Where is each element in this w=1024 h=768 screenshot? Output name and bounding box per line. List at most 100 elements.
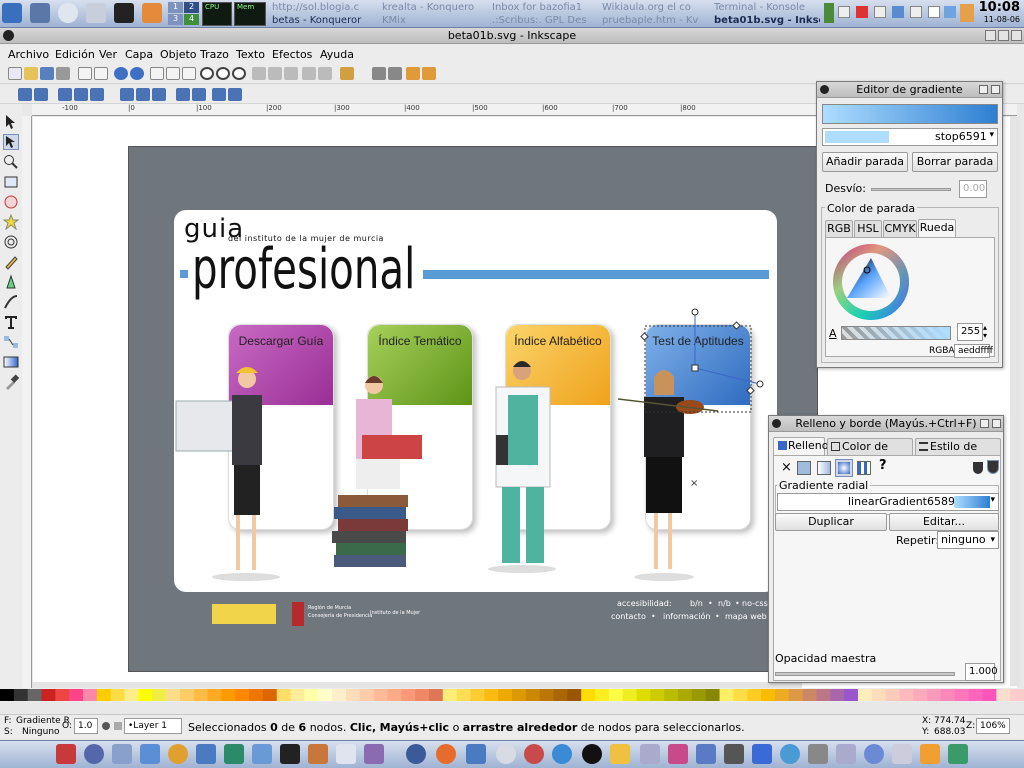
app-icon[interactable] [252, 744, 272, 764]
palette-swatch[interactable] [221, 689, 236, 701]
tray-icon[interactable] [910, 6, 922, 18]
text-tool-dialog-icon[interactable] [356, 67, 370, 80]
palette-swatch[interactable] [470, 689, 485, 701]
duplicate-gradient-button[interactable]: Duplicar [775, 513, 887, 531]
duplicate-icon[interactable] [252, 67, 266, 80]
palette-swatch[interactable] [774, 689, 790, 701]
insert-node-icon[interactable] [18, 88, 32, 101]
palette-swatch[interactable] [442, 689, 458, 701]
palette-swatch[interactable] [179, 689, 195, 701]
menu-trazo[interactable]: Trazo [200, 48, 229, 61]
selector-tool-icon[interactable] [3, 114, 19, 130]
gradient-tool-icon[interactable] [3, 354, 19, 370]
app-icon[interactable] [84, 744, 104, 764]
palette-swatch[interactable] [968, 689, 983, 701]
menu-efectos[interactable]: Efectos [272, 48, 312, 61]
palette-swatch[interactable] [636, 689, 651, 701]
ungroup-icon[interactable] [318, 67, 332, 80]
palette-swatch[interactable] [581, 689, 596, 701]
stroke-to-path-icon[interactable] [228, 88, 242, 101]
repeat-select[interactable]: ninguno ▾ [937, 531, 999, 549]
palette-swatch[interactable] [802, 689, 817, 701]
home-icon[interactable] [142, 3, 162, 23]
app-icon[interactable] [224, 744, 244, 764]
palette-swatch[interactable] [1010, 689, 1024, 701]
palette-swatch[interactable] [415, 689, 430, 701]
palette-swatch[interactable] [69, 689, 84, 701]
join-nodes-icon[interactable] [58, 88, 72, 101]
import-icon[interactable] [78, 67, 92, 80]
link-mapa-web[interactable]: mapa web [725, 612, 767, 621]
palette-swatch[interactable] [816, 689, 831, 701]
new-document-icon[interactable] [8, 67, 22, 80]
tray-icon[interactable] [874, 6, 886, 18]
linear-gradient-icon[interactable] [817, 461, 831, 475]
taskbar-item[interactable]: krealta - Konquero [382, 1, 486, 14]
app-icon[interactable] [724, 744, 744, 764]
user-icon[interactable] [960, 4, 974, 22]
palette-swatch[interactable] [387, 689, 402, 701]
minimize-button[interactable] [985, 30, 996, 41]
taskbar-item[interactable]: KMix [382, 14, 486, 27]
star-tool-icon[interactable] [2, 213, 20, 231]
tray-icon[interactable] [824, 3, 834, 23]
no-paint-icon[interactable]: × [781, 460, 792, 475]
link-nb[interactable]: n/b [718, 599, 731, 608]
palette-swatch[interactable] [428, 689, 444, 701]
menu-edicion[interactable]: Edición [55, 48, 95, 61]
app-icon[interactable] [336, 744, 356, 764]
rgba-field[interactable]: aeddffff [954, 344, 993, 358]
smooth-node-icon[interactable] [136, 88, 150, 101]
join-segment-icon[interactable] [74, 88, 88, 101]
palette-swatch[interactable] [553, 689, 568, 701]
dialog-titlebar[interactable]: Editor de gradiente [817, 82, 1002, 98]
app-icon[interactable] [920, 744, 940, 764]
palette-swatch[interactable] [608, 689, 624, 701]
pattern-icon[interactable] [857, 461, 871, 475]
palette-swatch[interactable] [345, 689, 361, 701]
vertical-ruler[interactable] [22, 116, 32, 688]
minimize-button[interactable] [980, 419, 989, 428]
app-icon[interactable] [864, 744, 884, 764]
fill-rule-evenodd-icon[interactable] [973, 462, 983, 474]
app-icon[interactable] [168, 744, 188, 764]
connector-tool-icon[interactable] [3, 334, 19, 350]
open-icon[interactable] [24, 67, 38, 80]
save-icon[interactable] [40, 67, 54, 80]
symmetric-node-icon[interactable] [152, 88, 166, 101]
gradient-center-handle[interactable] [691, 364, 699, 372]
palette-swatch[interactable] [138, 689, 153, 701]
gradient-selector[interactable]: linearGradient6589 ▾ [777, 493, 999, 511]
document-properties-icon[interactable] [422, 67, 436, 80]
redo-icon[interactable] [130, 67, 144, 80]
palette-swatch[interactable] [262, 689, 278, 701]
palette-swatch[interactable] [996, 689, 1011, 701]
undo-icon[interactable] [114, 67, 128, 80]
app-icon[interactable] [640, 744, 660, 764]
link-no-css[interactable]: no-css [742, 599, 768, 608]
taskbar-item[interactable]: Inbox for bazofia1 [492, 1, 596, 14]
mail-icon[interactable] [928, 6, 940, 18]
clipboard-icon[interactable] [838, 6, 850, 18]
alpha-field[interactable]: 255 [957, 323, 983, 341]
rotation-center-mark[interactable]: × [690, 478, 698, 489]
palette-swatch[interactable] [13, 689, 29, 701]
pager-desktop-2[interactable]: 2 [184, 2, 199, 13]
inkscape-icon[interactable] [280, 744, 300, 764]
alpha-slider[interactable] [841, 326, 951, 340]
app-icon[interactable] [836, 744, 856, 764]
tab-rueda[interactable]: Rueda [918, 219, 956, 237]
palette-swatch[interactable] [705, 689, 721, 701]
tab-rgb[interactable]: RGB [825, 220, 853, 237]
menu-ayuda[interactable]: Ayuda [320, 48, 354, 61]
palette-swatch[interactable] [290, 689, 305, 701]
node-tool-icon[interactable] [3, 134, 19, 150]
palette-swatch[interactable] [456, 689, 471, 701]
gradient-handle[interactable] [691, 308, 699, 316]
palette-swatch[interactable] [193, 689, 209, 701]
xml-editor-icon[interactable] [388, 67, 402, 80]
print-icon[interactable] [56, 67, 70, 80]
palette-swatch[interactable] [55, 689, 70, 701]
add-stop-button[interactable]: Añadir parada [822, 152, 908, 172]
palette-swatch[interactable] [235, 689, 250, 701]
